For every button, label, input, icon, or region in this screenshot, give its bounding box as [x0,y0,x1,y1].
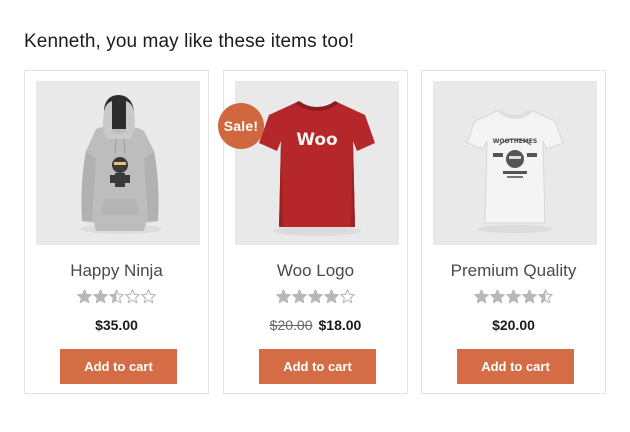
star-filled-icon [77,289,92,304]
add-to-cart-button[interactable]: Add to cart [457,349,574,384]
star-rating [422,289,605,304]
original-price: $20.00 [269,317,313,333]
sale-badge: Sale! [218,103,264,149]
current-price: $18.00 [318,317,362,333]
star-filled-icon [506,289,521,304]
product-image[interactable]: WOOTHEMES [433,81,597,245]
star-half-icon [538,289,553,304]
star-filled-icon [308,289,323,304]
product-title[interactable]: Happy Ninja [25,261,208,281]
product-card-happy-ninja[interactable]: Happy Ninja $35.00 Add to cart [24,70,209,394]
current-price: $20.00 [492,317,535,333]
hoodie-image [36,81,200,245]
star-rating [224,289,407,304]
add-to-cart-button[interactable]: Add to cart [259,349,376,384]
star-empty-icon [125,289,140,304]
star-filled-icon [93,289,108,304]
product-image[interactable] [36,81,200,245]
add-to-cart-button[interactable]: Add to cart [60,349,177,384]
star-empty-icon [141,289,156,304]
star-filled-icon [474,289,489,304]
star-rating [25,289,208,304]
star-filled-icon [276,289,291,304]
current-price: $35.00 [95,317,138,333]
shirt-logo-text: WOOTHEMES [493,138,537,145]
red-tshirt-image: Woo [235,81,399,245]
product-image[interactable]: Woo [235,81,399,245]
star-filled-icon [324,289,339,304]
white-tshirt-image: WOOTHEMES [433,81,597,245]
product-card-premium-quality[interactable]: WOOTHEMES Premium Quality $20.00 Add to … [421,70,606,394]
shirt-logo-text: Woo [296,130,338,150]
product-price: $20.00 [422,317,605,333]
product-title[interactable]: Woo Logo [224,261,407,281]
product-card-woo-logo[interactable]: Sale! Woo Woo Logo $20.00 $18.00 Add to c… [218,70,408,394]
section-heading: Kenneth, you may like these items too! [24,31,355,52]
product-price: $20.00 $18.00 [224,317,407,333]
star-filled-icon [522,289,537,304]
star-filled-icon [490,289,505,304]
star-empty-icon [340,289,355,304]
product-title[interactable]: Premium Quality [422,261,605,281]
product-price: $35.00 [25,317,208,333]
star-half-icon [109,289,124,304]
star-filled-icon [292,289,307,304]
page: Kenneth, you may like these items too! H… [0,0,630,432]
